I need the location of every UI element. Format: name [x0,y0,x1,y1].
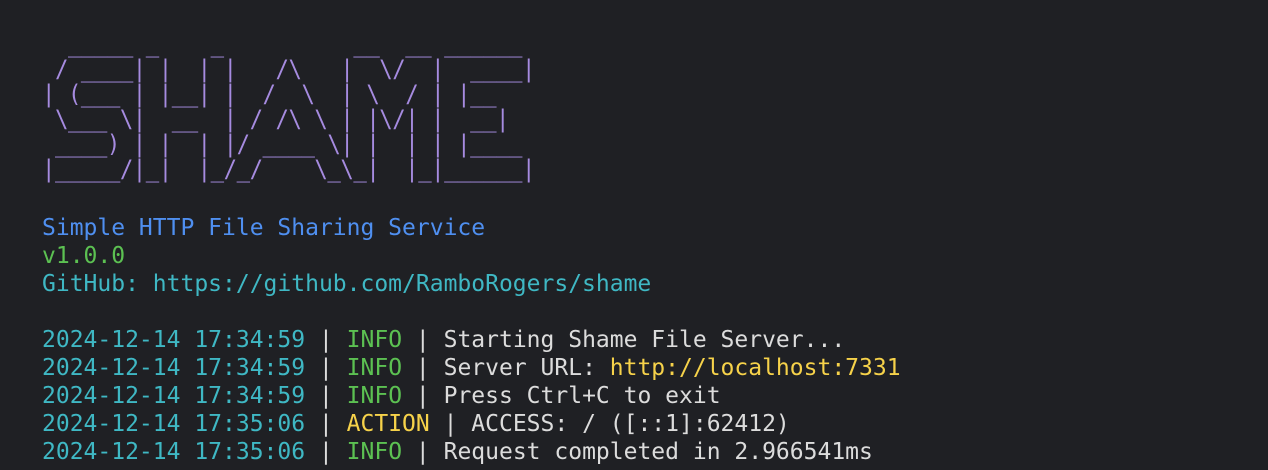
log-level: INFO [346,355,403,381]
log-level: INFO [346,383,403,409]
log-separator: | [429,411,472,437]
log-line: 2024-12-14 17:35:06 | INFO | Request com… [42,438,901,466]
log-separator: | [402,439,444,465]
terminal-window[interactable]: _____ _ _ __ __ ______ / ____| | | | /\ … [0,0,1268,470]
log-message: Server URL: [443,355,610,381]
log-level: ACTION [346,411,430,437]
log-message: Press Ctrl+C to exit [443,383,721,409]
log-level: INFO [346,327,403,353]
log-separator: | [402,327,444,353]
app-info: Simple HTTP File Sharing Service v1.0.0 … [42,214,651,298]
version-label: v1.0.0 [42,243,126,269]
log-separator: | [402,383,444,409]
log-timestamp: 2024-12-14 17:34:59 [42,327,306,353]
server-url[interactable]: http://localhost:7331 [610,355,901,381]
github-label: GitHub: [42,271,153,297]
ascii-banner: _____ _ _ __ __ ______ / ____| | | | /\ … [42,30,535,183]
log-timestamp: 2024-12-14 17:35:06 [42,439,306,465]
log-timestamp: 2024-12-14 17:35:06 [42,411,306,437]
log-line: 2024-12-14 17:34:59 | INFO | Press Ctrl+… [42,382,901,410]
github-line: GitHub: https://github.com/RamboRogers/s… [42,270,651,298]
log-line: 2024-12-14 17:34:59 | INFO | Server URL:… [42,354,901,382]
log-level: INFO [346,439,403,465]
log-separator: | [305,355,347,381]
log-message: ACCESS: / ([::1]:62412) [471,411,790,437]
log-separator: | [305,327,347,353]
log-timestamp: 2024-12-14 17:34:59 [42,355,306,381]
log-timestamp: 2024-12-14 17:34:59 [42,383,306,409]
github-link[interactable]: https://github.com/RamboRogers/shame [153,271,652,297]
log-separator: | [305,383,347,409]
log-message: Starting Shame File Server... [443,327,846,353]
log-output: 2024-12-14 17:34:59 | INFO | Starting Sh… [42,326,901,466]
tagline: Simple HTTP File Sharing Service [42,215,486,241]
log-line: 2024-12-14 17:35:06 | ACTION | ACCESS: /… [42,410,901,438]
log-separator: | [402,355,444,381]
log-separator: | [305,411,347,437]
log-separator: | [305,439,347,465]
log-message: Request completed in 2.966541ms [443,439,873,465]
log-line: 2024-12-14 17:34:59 | INFO | Starting Sh… [42,326,901,354]
